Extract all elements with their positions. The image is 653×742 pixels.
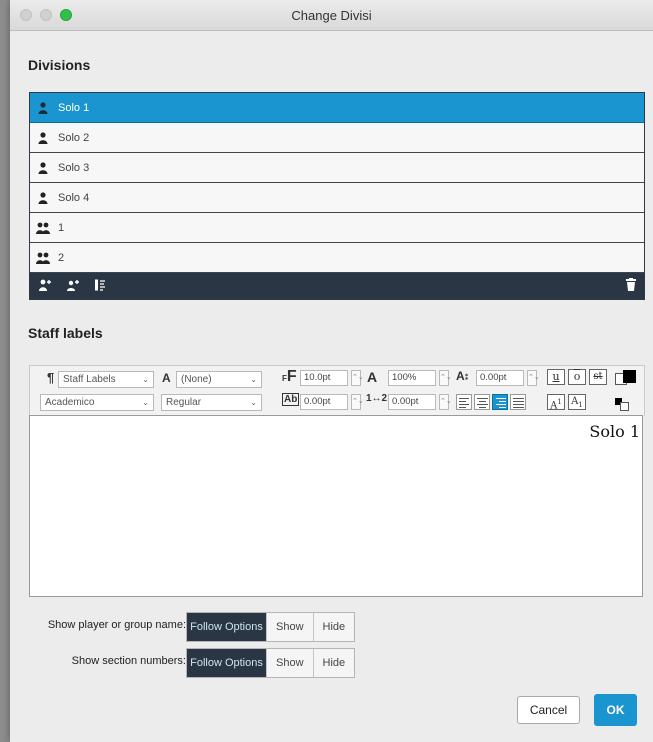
superscript-button[interactable]: A1: [547, 394, 565, 411]
window-title: Change Divisi: [291, 8, 372, 23]
cancel-button[interactable]: Cancel: [517, 696, 580, 724]
division-row[interactable]: Solo 3: [30, 153, 644, 183]
person-icon: [36, 101, 50, 114]
font-size-field[interactable]: 10.0pt: [300, 370, 348, 386]
font-value: Academico: [45, 397, 95, 408]
tracking-icon: Ab: [282, 393, 300, 406]
staff-label-editor[interactable]: Solo 1: [29, 415, 643, 597]
tracking-field[interactable]: 0.00pt: [300, 394, 348, 410]
justify-button[interactable]: [510, 394, 526, 410]
scale-stepper[interactable]: ⌃⌄: [439, 370, 452, 386]
division-row[interactable]: 2: [30, 243, 644, 273]
section-numbers-option-row: Show section numbers: Follow Options Sho…: [10, 648, 653, 678]
strikethrough-button[interactable]: st: [589, 369, 607, 385]
baseline-shift-stepper[interactable]: ⌃⌄: [527, 370, 540, 386]
group-icon: [36, 222, 50, 234]
group-icon: [36, 252, 50, 264]
align-center-button[interactable]: [474, 394, 490, 410]
add-solo-player-icon[interactable]: [38, 279, 52, 294]
section-numbers-segmented-control: Follow Options Show Hide: [186, 648, 356, 678]
character-style-icon: A: [162, 371, 171, 385]
section-follow-options-button[interactable]: Follow Options: [187, 649, 266, 677]
division-label: Solo 4: [58, 191, 90, 204]
ok-button[interactable]: OK: [594, 694, 637, 726]
divisions-heading: Divisions: [28, 57, 91, 73]
division-row[interactable]: Solo 4: [30, 183, 644, 213]
background-color-fill[interactable]: [620, 402, 629, 411]
font-size-stepper[interactable]: ⌃⌄: [351, 370, 364, 386]
scale-field[interactable]: 100%: [388, 370, 436, 386]
player-hide-button[interactable]: Hide: [312, 613, 355, 641]
text-formatting-toolbar: ¶ Staff Labels ⌄ A (None) ⌄ FF 10.0pt ⌃⌄ A…: [29, 365, 645, 416]
division-label: Solo 2: [58, 131, 90, 144]
divisions-list: Solo 1 Solo 2 Solo 3 Solo 4 1 2: [29, 92, 645, 300]
paragraph-style-select[interactable]: Staff Labels ⌄: [58, 371, 154, 388]
title-bar: Change Divisi: [10, 0, 653, 31]
person-icon: [36, 131, 50, 144]
overline-button[interactable]: o: [568, 369, 586, 385]
trash-icon[interactable]: [626, 278, 636, 294]
divisions-toolbar: [30, 273, 644, 299]
paragraph-icon: ¶: [47, 370, 55, 385]
align-right-button[interactable]: [492, 394, 508, 410]
paragraph-style-value: Staff Labels: [63, 374, 116, 385]
baseline-shift-icon: A⁑: [456, 369, 469, 383]
player-name-label: Show player or group name:: [47, 619, 186, 631]
font-style-value: Regular: [166, 397, 202, 408]
division-label: 1: [58, 221, 65, 234]
division-label: 2: [58, 251, 65, 264]
staff-labels-heading: Staff labels: [28, 325, 103, 341]
division-label: Solo 3: [58, 161, 90, 174]
player-name-option-row: Show player or group name: Follow Option…: [10, 612, 653, 642]
person-icon: [36, 191, 50, 204]
align-left-button[interactable]: [456, 394, 472, 410]
division-row[interactable]: 1: [30, 213, 644, 243]
font-style-select[interactable]: Regular ⌄: [161, 394, 262, 411]
underline-button[interactable]: u: [547, 369, 565, 385]
text-color-fill[interactable]: [623, 370, 636, 383]
add-section-icon[interactable]: [66, 279, 80, 294]
font-select[interactable]: Academico ⌄: [40, 394, 154, 411]
section-hide-button[interactable]: Hide: [312, 649, 355, 677]
staff-label-text: Solo 1: [589, 422, 640, 441]
section-numbers-label: Show section numbers:: [71, 655, 186, 667]
line-spacing-stepper[interactable]: ⌃⌄: [439, 394, 452, 410]
change-divisi-dialog: Change Divisi Divisions Solo 1 Solo 2 So…: [10, 0, 653, 742]
player-name-segmented-control: Follow Options Show Hide: [186, 612, 356, 642]
character-style-select[interactable]: (None) ⌄: [176, 371, 262, 388]
player-follow-options-button[interactable]: Follow Options: [187, 613, 266, 641]
line-spacing-icon: 1↔2: [366, 393, 388, 404]
section-show-button[interactable]: Show: [266, 649, 313, 677]
split-divisions-icon[interactable]: [94, 279, 106, 294]
player-show-button[interactable]: Show: [266, 613, 313, 641]
baseline-shift-field[interactable]: 0.00pt: [476, 370, 524, 386]
line-spacing-field[interactable]: 0.00pt: [388, 394, 436, 410]
font-size-icon: FF: [282, 368, 297, 385]
tracking-stepper[interactable]: ⌃⌄: [351, 394, 364, 410]
division-row[interactable]: Solo 1: [30, 93, 644, 123]
subscript-button[interactable]: A1: [568, 394, 586, 410]
division-label: Solo 1: [58, 101, 90, 114]
character-style-value: (None): [181, 374, 212, 385]
scale-icon: A: [367, 369, 378, 385]
division-row[interactable]: Solo 2: [30, 123, 644, 153]
person-icon: [36, 161, 50, 174]
